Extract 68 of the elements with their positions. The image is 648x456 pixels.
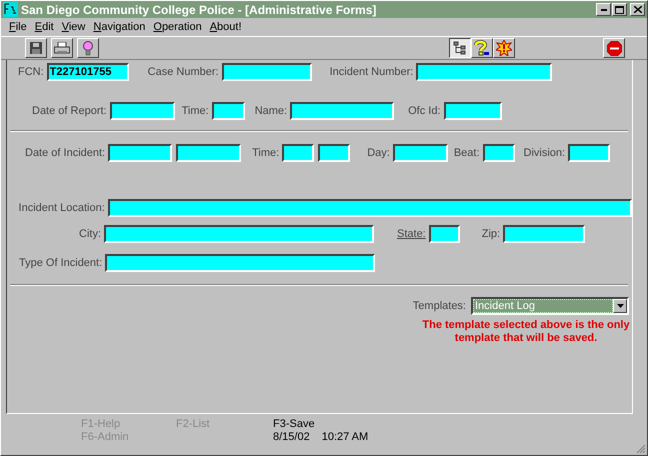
input-field[interactable]: [105, 254, 376, 272]
function-key-hint: F2-List: [176, 418, 211, 431]
close-button[interactable]: [630, 3, 645, 16]
resize-grip-icon[interactable]: [636, 444, 646, 454]
field-label: Day:: [367, 147, 391, 159]
input-field[interactable]: [108, 144, 172, 162]
field-label: Time:: [182, 105, 210, 117]
input-field[interactable]: T227101755: [46, 63, 129, 81]
input-field[interactable]: [104, 225, 374, 243]
status-time: 10:27 AM: [322, 431, 368, 444]
field-label: Type Of Incident:: [19, 257, 104, 269]
dropdown-value: Incident Log: [473, 299, 613, 313]
input-field[interactable]: [416, 63, 552, 81]
field-label: Incident Location:: [18, 202, 106, 214]
field-label: Ofc Id:: [408, 105, 442, 117]
function-key-hint: F3-Save: [273, 418, 316, 431]
field-label: City:: [79, 228, 102, 240]
maximize-button[interactable]: [612, 3, 627, 16]
input-field[interactable]: [444, 102, 502, 120]
light-bulb-icon: [83, 40, 93, 56]
input-field[interactable]: [503, 225, 586, 243]
input-field[interactable]: [110, 102, 175, 120]
minimize-button[interactable]: [596, 3, 611, 16]
field-label: Division:: [524, 147, 566, 159]
field-label: Date of Report:: [32, 105, 108, 117]
input-field[interactable]: [392, 144, 448, 162]
hierarchy-icon: [453, 41, 467, 55]
field-label: Templates:: [412, 300, 467, 312]
printer-icon: [54, 42, 70, 54]
menu-item[interactable]: View: [58, 21, 90, 33]
menu-item[interactable]: Operation: [149, 21, 206, 33]
input-field[interactable]: [176, 144, 242, 162]
input-field[interactable]: [568, 144, 610, 162]
field-label: Zip:: [482, 228, 502, 240]
field-label: Incident Number:: [330, 66, 414, 78]
question-mark-icon: [474, 40, 490, 56]
menu-item[interactable]: File: [5, 21, 31, 33]
input-field[interactable]: [212, 102, 245, 120]
menu-item[interactable]: Edit: [30, 21, 58, 33]
input-field[interactable]: [318, 144, 350, 162]
input-field[interactable]: [282, 144, 314, 162]
close-icon: [634, 6, 642, 13]
field-label: State:: [397, 228, 427, 240]
stop-sign-icon: [606, 40, 622, 56]
window-title: San Diego Community College Police - [Administrative Forms]: [21, 2, 378, 16]
menu-item[interactable]: Navigation: [89, 21, 150, 33]
input-field[interactable]: [428, 225, 460, 243]
menu-item[interactable]: About!: [206, 21, 246, 33]
input-field[interactable]: [482, 144, 515, 162]
field-label: Time:: [252, 147, 280, 159]
field-label: Date of Incident:: [25, 147, 106, 159]
maximize-icon: [615, 6, 624, 14]
alert-burst-icon: [496, 40, 512, 56]
toolbar-button[interactable]: [449, 38, 471, 58]
dropdown-arrow-icon: [616, 304, 624, 308]
function-key-hint: F1-Help: [81, 418, 122, 431]
field-label: Beat:: [454, 147, 481, 159]
app-icon: [3, 2, 18, 17]
input-field[interactable]: [290, 102, 394, 120]
field-label: Case Number:: [148, 66, 220, 78]
function-key-hint: F6-Admin: [81, 431, 130, 444]
minimize-icon: [600, 8, 606, 10]
input-field[interactable]: [108, 199, 632, 217]
warning-message: The template selected above is the only template that will be saved.: [421, 319, 631, 345]
field-label: FCN:: [18, 66, 45, 78]
input-field[interactable]: [222, 63, 312, 81]
status-date: 8/15/02: [273, 431, 310, 444]
field-label: Name:: [254, 105, 288, 117]
